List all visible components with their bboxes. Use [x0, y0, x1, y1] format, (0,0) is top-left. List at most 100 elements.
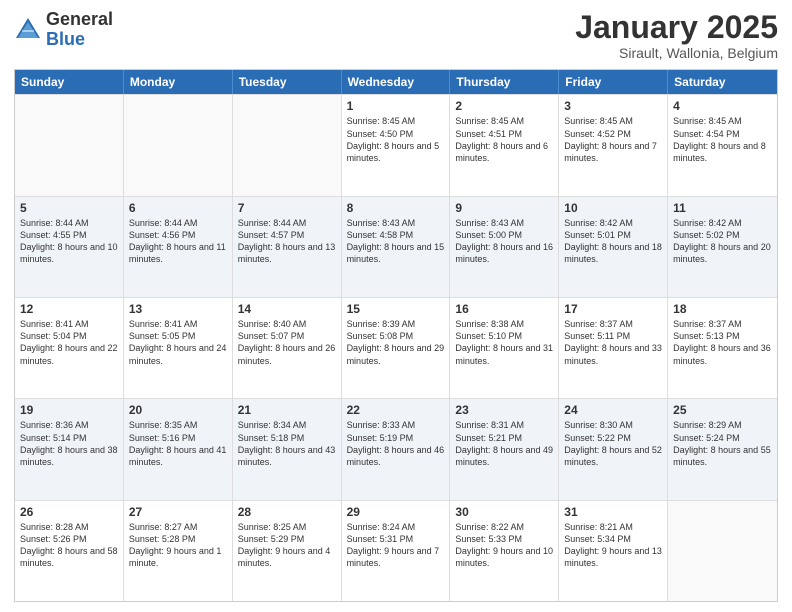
day-number: 13 — [129, 301, 227, 317]
cell-info: Sunrise: 8:37 AM Sunset: 5:11 PM Dayligh… — [564, 318, 662, 367]
empty-cell — [233, 95, 342, 195]
cal-week-row: 5Sunrise: 8:44 AM Sunset: 4:55 PM Daylig… — [15, 196, 777, 297]
cell-info: Sunrise: 8:42 AM Sunset: 5:01 PM Dayligh… — [564, 217, 662, 266]
cell-info: Sunrise: 8:30 AM Sunset: 5:22 PM Dayligh… — [564, 419, 662, 468]
cell-info: Sunrise: 8:40 AM Sunset: 5:07 PM Dayligh… — [238, 318, 336, 367]
cell-info: Sunrise: 8:25 AM Sunset: 5:29 PM Dayligh… — [238, 521, 336, 570]
day-number: 17 — [564, 301, 662, 317]
day-cell-7: 7Sunrise: 8:44 AM Sunset: 4:57 PM Daylig… — [233, 197, 342, 297]
day-cell-23: 23Sunrise: 8:31 AM Sunset: 5:21 PM Dayli… — [450, 399, 559, 499]
day-cell-18: 18Sunrise: 8:37 AM Sunset: 5:13 PM Dayli… — [668, 298, 777, 398]
logo-text: General Blue — [46, 10, 113, 50]
day-number: 11 — [673, 200, 772, 216]
empty-cell — [15, 95, 124, 195]
logo-general-text: General — [46, 10, 113, 30]
day-cell-22: 22Sunrise: 8:33 AM Sunset: 5:19 PM Dayli… — [342, 399, 451, 499]
day-cell-5: 5Sunrise: 8:44 AM Sunset: 4:55 PM Daylig… — [15, 197, 124, 297]
day-number: 9 — [455, 200, 553, 216]
cell-info: Sunrise: 8:21 AM Sunset: 5:34 PM Dayligh… — [564, 521, 662, 570]
weekday-header-friday: Friday — [559, 70, 668, 94]
day-cell-17: 17Sunrise: 8:37 AM Sunset: 5:11 PM Dayli… — [559, 298, 668, 398]
day-number: 18 — [673, 301, 772, 317]
cell-info: Sunrise: 8:41 AM Sunset: 5:04 PM Dayligh… — [20, 318, 118, 367]
cell-info: Sunrise: 8:45 AM Sunset: 4:54 PM Dayligh… — [673, 115, 772, 164]
cal-week-row: 26Sunrise: 8:28 AM Sunset: 5:26 PM Dayli… — [15, 500, 777, 601]
cell-info: Sunrise: 8:35 AM Sunset: 5:16 PM Dayligh… — [129, 419, 227, 468]
day-cell-28: 28Sunrise: 8:25 AM Sunset: 5:29 PM Dayli… — [233, 501, 342, 601]
cell-info: Sunrise: 8:37 AM Sunset: 5:13 PM Dayligh… — [673, 318, 772, 367]
location: Sirault, Wallonia, Belgium — [575, 45, 778, 61]
day-cell-11: 11Sunrise: 8:42 AM Sunset: 5:02 PM Dayli… — [668, 197, 777, 297]
cell-info: Sunrise: 8:44 AM Sunset: 4:55 PM Dayligh… — [20, 217, 118, 266]
weekday-header-monday: Monday — [124, 70, 233, 94]
day-number: 27 — [129, 504, 227, 520]
day-number: 25 — [673, 402, 772, 418]
day-cell-25: 25Sunrise: 8:29 AM Sunset: 5:24 PM Dayli… — [668, 399, 777, 499]
day-cell-21: 21Sunrise: 8:34 AM Sunset: 5:18 PM Dayli… — [233, 399, 342, 499]
cell-info: Sunrise: 8:45 AM Sunset: 4:51 PM Dayligh… — [455, 115, 553, 164]
day-cell-15: 15Sunrise: 8:39 AM Sunset: 5:08 PM Dayli… — [342, 298, 451, 398]
weekday-header-sunday: Sunday — [15, 70, 124, 94]
calendar-body: 1Sunrise: 8:45 AM Sunset: 4:50 PM Daylig… — [15, 94, 777, 601]
cell-info: Sunrise: 8:43 AM Sunset: 5:00 PM Dayligh… — [455, 217, 553, 266]
cell-info: Sunrise: 8:24 AM Sunset: 5:31 PM Dayligh… — [347, 521, 445, 570]
day-number: 6 — [129, 200, 227, 216]
cell-info: Sunrise: 8:22 AM Sunset: 5:33 PM Dayligh… — [455, 521, 553, 570]
day-cell-19: 19Sunrise: 8:36 AM Sunset: 5:14 PM Dayli… — [15, 399, 124, 499]
day-number: 15 — [347, 301, 445, 317]
title-block: January 2025 Sirault, Wallonia, Belgium — [575, 10, 778, 61]
day-number: 2 — [455, 98, 553, 114]
day-cell-24: 24Sunrise: 8:30 AM Sunset: 5:22 PM Dayli… — [559, 399, 668, 499]
cal-week-row: 19Sunrise: 8:36 AM Sunset: 5:14 PM Dayli… — [15, 398, 777, 499]
cell-info: Sunrise: 8:44 AM Sunset: 4:56 PM Dayligh… — [129, 217, 227, 266]
cell-info: Sunrise: 8:41 AM Sunset: 5:05 PM Dayligh… — [129, 318, 227, 367]
cell-info: Sunrise: 8:44 AM Sunset: 4:57 PM Dayligh… — [238, 217, 336, 266]
cal-week-row: 1Sunrise: 8:45 AM Sunset: 4:50 PM Daylig… — [15, 94, 777, 195]
empty-cell — [668, 501, 777, 601]
logo-blue-text: Blue — [46, 30, 113, 50]
empty-cell — [124, 95, 233, 195]
day-number: 14 — [238, 301, 336, 317]
day-cell-10: 10Sunrise: 8:42 AM Sunset: 5:01 PM Dayli… — [559, 197, 668, 297]
weekday-header-wednesday: Wednesday — [342, 70, 451, 94]
day-number: 1 — [347, 98, 445, 114]
day-number: 12 — [20, 301, 118, 317]
day-cell-2: 2Sunrise: 8:45 AM Sunset: 4:51 PM Daylig… — [450, 95, 559, 195]
day-cell-31: 31Sunrise: 8:21 AM Sunset: 5:34 PM Dayli… — [559, 501, 668, 601]
header: General Blue January 2025 Sirault, Wallo… — [14, 10, 778, 61]
day-cell-9: 9Sunrise: 8:43 AM Sunset: 5:00 PM Daylig… — [450, 197, 559, 297]
calendar-header: SundayMondayTuesdayWednesdayThursdayFrid… — [15, 70, 777, 94]
day-number: 31 — [564, 504, 662, 520]
weekday-header-saturday: Saturday — [668, 70, 777, 94]
calendar: SundayMondayTuesdayWednesdayThursdayFrid… — [14, 69, 778, 602]
day-number: 23 — [455, 402, 553, 418]
cell-info: Sunrise: 8:38 AM Sunset: 5:10 PM Dayligh… — [455, 318, 553, 367]
day-number: 3 — [564, 98, 662, 114]
day-number: 26 — [20, 504, 118, 520]
page: General Blue January 2025 Sirault, Wallo… — [0, 0, 792, 612]
day-cell-14: 14Sunrise: 8:40 AM Sunset: 5:07 PM Dayli… — [233, 298, 342, 398]
month-title: January 2025 — [575, 10, 778, 45]
day-cell-29: 29Sunrise: 8:24 AM Sunset: 5:31 PM Dayli… — [342, 501, 451, 601]
day-number: 5 — [20, 200, 118, 216]
day-number: 8 — [347, 200, 445, 216]
day-cell-13: 13Sunrise: 8:41 AM Sunset: 5:05 PM Dayli… — [124, 298, 233, 398]
logo: General Blue — [14, 10, 113, 50]
cell-info: Sunrise: 8:39 AM Sunset: 5:08 PM Dayligh… — [347, 318, 445, 367]
logo-icon — [14, 16, 42, 44]
cell-info: Sunrise: 8:42 AM Sunset: 5:02 PM Dayligh… — [673, 217, 772, 266]
day-number: 10 — [564, 200, 662, 216]
day-number: 7 — [238, 200, 336, 216]
day-number: 16 — [455, 301, 553, 317]
cell-info: Sunrise: 8:45 AM Sunset: 4:50 PM Dayligh… — [347, 115, 445, 164]
cell-info: Sunrise: 8:28 AM Sunset: 5:26 PM Dayligh… — [20, 521, 118, 570]
cell-info: Sunrise: 8:43 AM Sunset: 4:58 PM Dayligh… — [347, 217, 445, 266]
weekday-header-thursday: Thursday — [450, 70, 559, 94]
day-number: 22 — [347, 402, 445, 418]
day-cell-27: 27Sunrise: 8:27 AM Sunset: 5:28 PM Dayli… — [124, 501, 233, 601]
day-number: 24 — [564, 402, 662, 418]
day-cell-26: 26Sunrise: 8:28 AM Sunset: 5:26 PM Dayli… — [15, 501, 124, 601]
weekday-header-tuesday: Tuesday — [233, 70, 342, 94]
cell-info: Sunrise: 8:33 AM Sunset: 5:19 PM Dayligh… — [347, 419, 445, 468]
day-number: 19 — [20, 402, 118, 418]
